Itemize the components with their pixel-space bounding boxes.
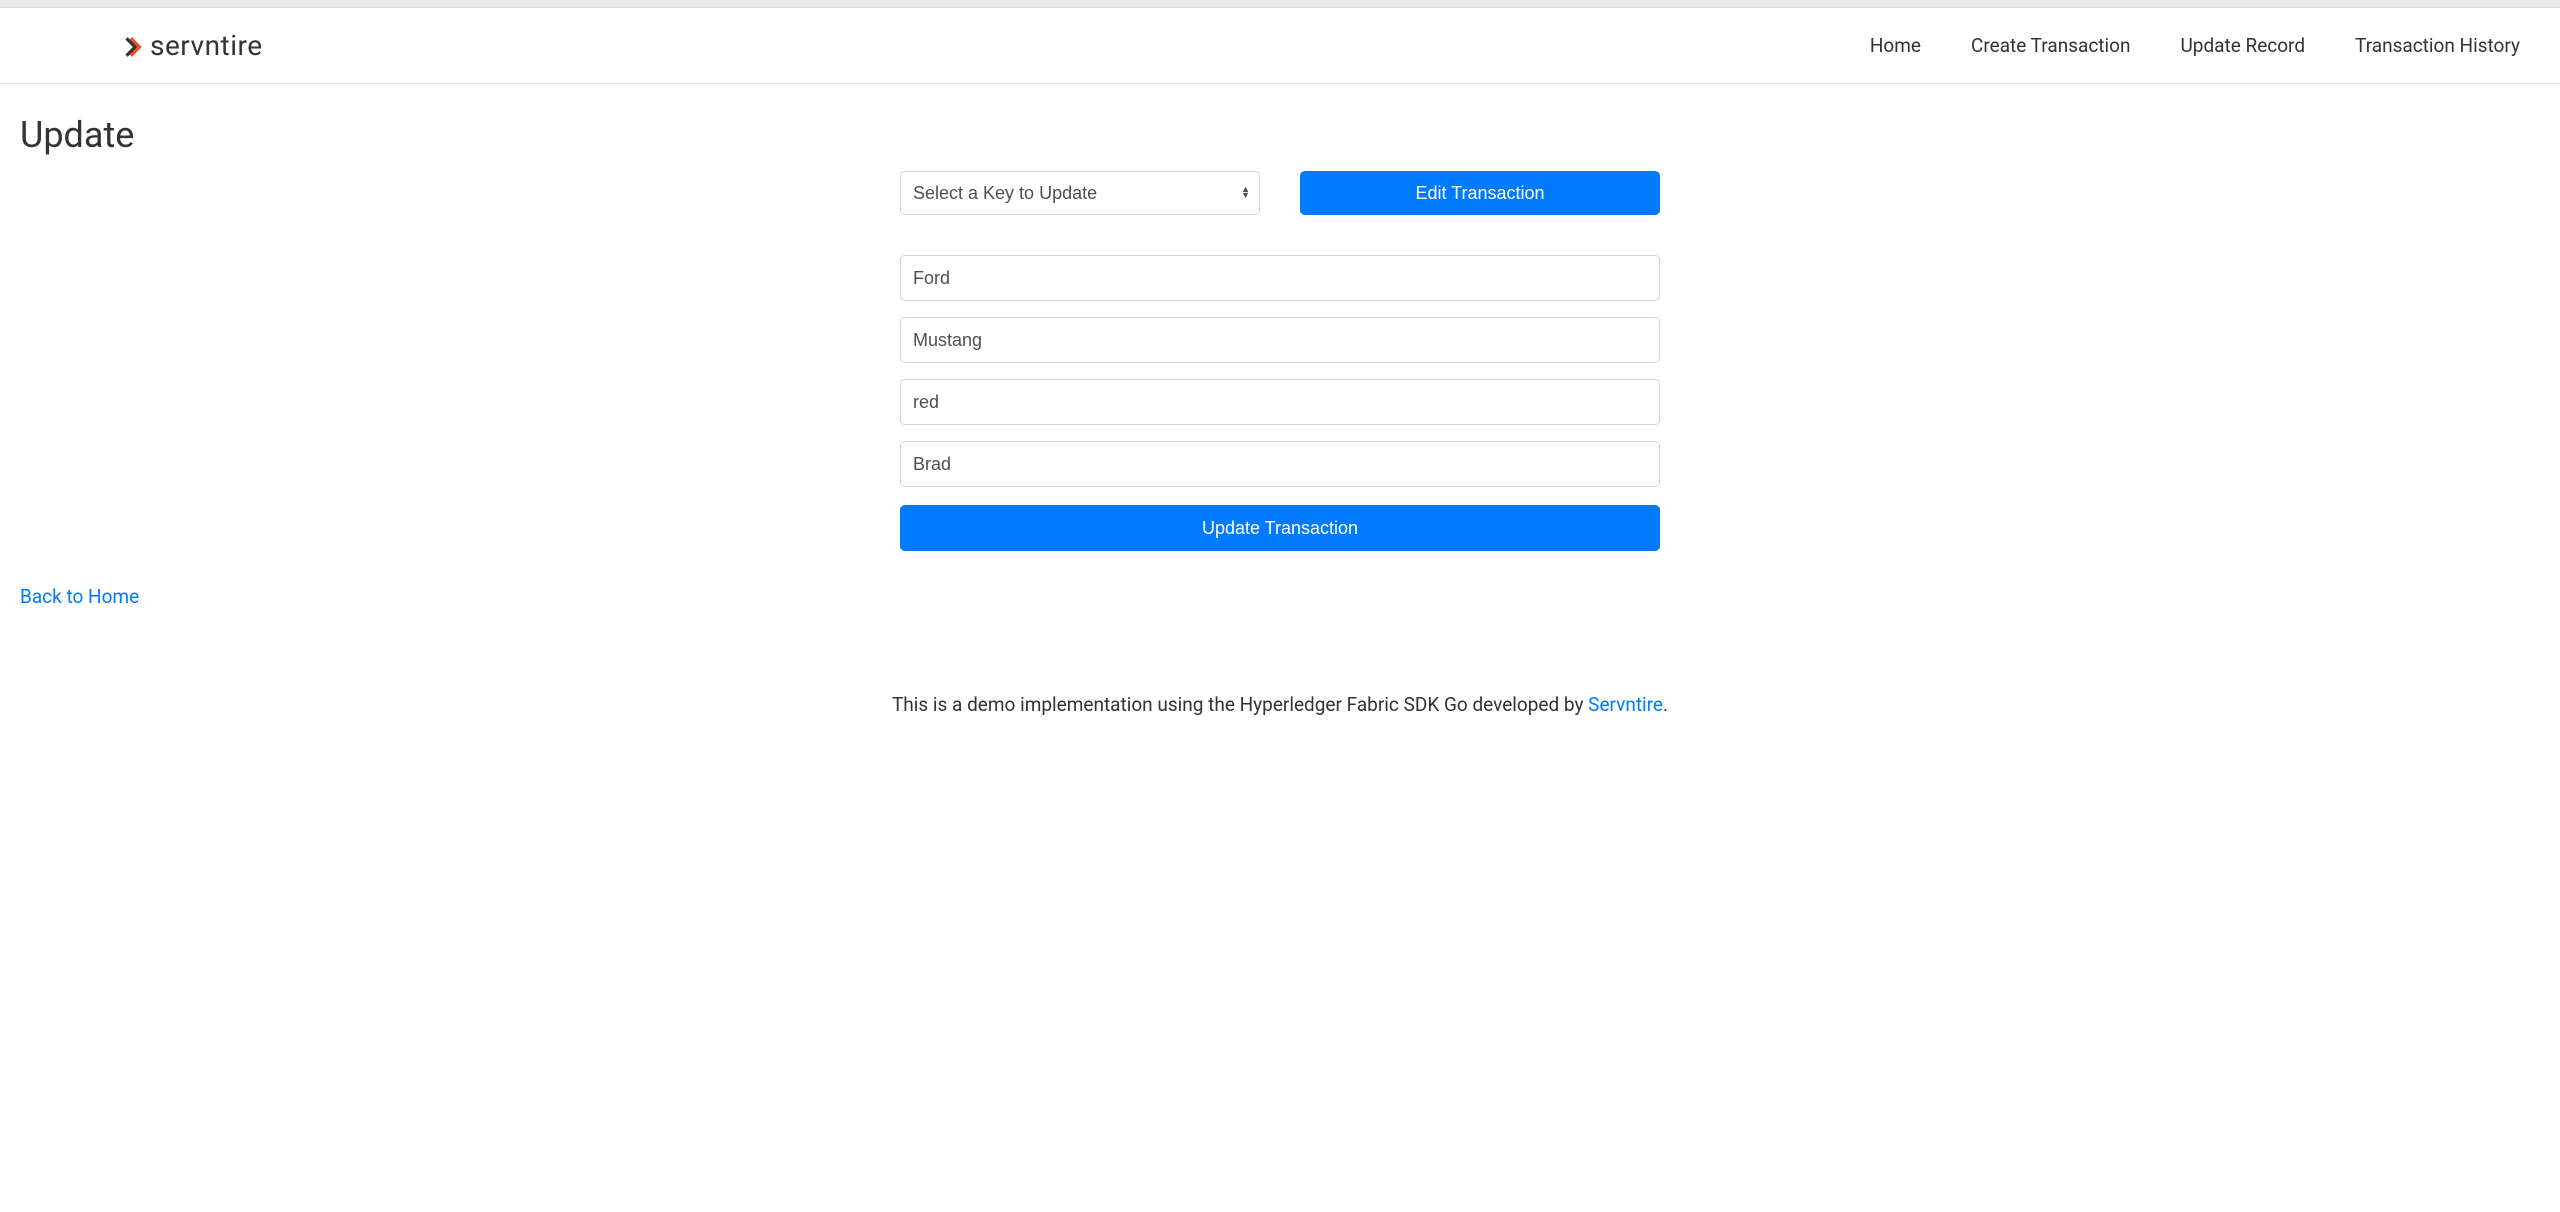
nav-home[interactable]: Home <box>1870 34 1921 57</box>
page-title: Update <box>20 114 2540 156</box>
update-transaction-button[interactable]: Update Transaction <box>900 505 1660 551</box>
nav-update-record[interactable]: Update Record <box>2180 34 2305 57</box>
edit-transaction-button[interactable]: Edit Transaction <box>1300 171 1660 215</box>
key-select[interactable]: Select a Key to Update <box>900 171 1260 215</box>
navbar: servntire Home Create Transaction Update… <box>0 8 2560 84</box>
footer-text: This is a demo implementation using the … <box>20 693 2540 716</box>
owner-field[interactable] <box>900 441 1660 487</box>
make-field[interactable] <box>900 255 1660 301</box>
nav-links: Home Create Transaction Update Record Tr… <box>1870 34 2520 57</box>
nav-transaction-history[interactable]: Transaction History <box>2355 34 2520 57</box>
main-container: Update Select a Key to Update ▲▼ Edit Tr… <box>0 84 2560 716</box>
top-browser-bar <box>0 0 2560 8</box>
select-wrapper: Select a Key to Update ▲▼ <box>900 171 1260 215</box>
form-top-row: Select a Key to Update ▲▼ Edit Transacti… <box>900 171 1660 215</box>
footer-text-after: . <box>1663 693 1668 716</box>
model-field[interactable] <box>900 317 1660 363</box>
logo-text: servntire <box>150 29 263 62</box>
back-to-home-link[interactable]: Back to Home <box>20 585 139 608</box>
footer-text-before: This is a demo implementation using the … <box>892 693 1588 716</box>
color-field[interactable] <box>900 379 1660 425</box>
logo[interactable]: servntire <box>120 28 263 63</box>
form-area: Select a Key to Update ▲▼ Edit Transacti… <box>900 166 1660 551</box>
nav-create-transaction[interactable]: Create Transaction <box>1971 34 2130 57</box>
logo-icon <box>120 28 146 63</box>
footer-servntire-link[interactable]: Servntire <box>1588 693 1663 716</box>
